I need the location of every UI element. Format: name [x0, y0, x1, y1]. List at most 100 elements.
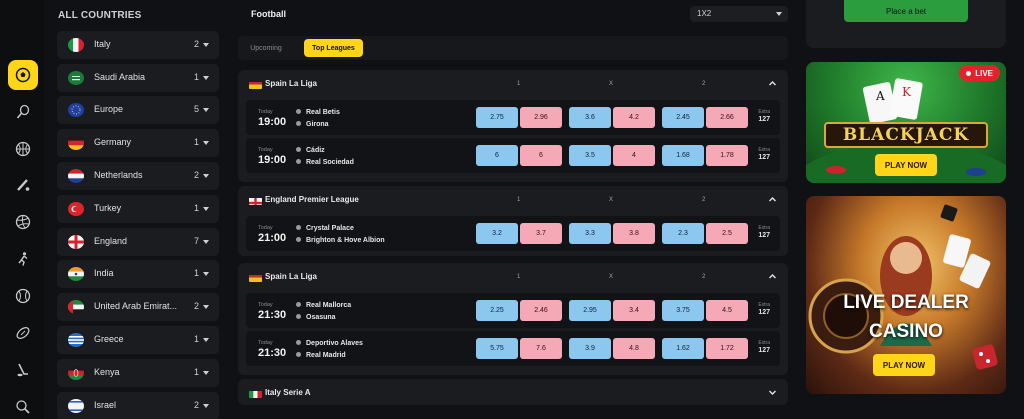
tennis-icon[interactable] — [10, 99, 36, 125]
odd-home-lay[interactable]: 6 — [520, 145, 562, 166]
turkey-flag-icon — [68, 202, 84, 216]
cricket-icon[interactable] — [10, 172, 36, 198]
odd-away-back[interactable]: 3.75 — [662, 300, 704, 321]
market-select-value: 1X2 — [697, 9, 712, 18]
odd-away-lay[interactable]: 1.72 — [706, 338, 748, 359]
odd-away-lay[interactable]: 2.5 — [706, 223, 748, 244]
extra-markets[interactable]: Extra 127 — [758, 302, 770, 316]
home-team: Deportivo Alaves — [296, 340, 363, 347]
country-count: 1 — [193, 137, 199, 147]
live-dealer-play-button[interactable]: PLAY NOW — [873, 354, 935, 376]
league-header[interactable]: Italy Serie A — [238, 379, 788, 407]
home-team: Real Betis — [296, 109, 340, 116]
hockey-icon[interactable] — [10, 357, 36, 383]
odd-away-lay[interactable]: 1.78 — [706, 145, 748, 166]
country-name: Europe — [94, 104, 124, 114]
rugby-icon[interactable] — [10, 320, 36, 346]
sport-icon-rail — [0, 0, 44, 419]
odd-away-back[interactable]: 2.3 — [662, 223, 704, 244]
odd-home-back[interactable]: 2.75 — [476, 107, 518, 128]
netherlands-flag-icon — [68, 169, 84, 183]
country-item-israel[interactable]: Israel 2 — [57, 392, 219, 419]
odd-draw-back[interactable]: 2.95 — [569, 300, 611, 321]
country-item-england[interactable]: England 7 — [57, 228, 219, 256]
table-tennis-icon[interactable] — [10, 394, 36, 419]
basketball-icon[interactable] — [10, 136, 36, 162]
match-row[interactable]: Today 19:00 Real Betis Girona 2.75 2.96 … — [246, 100, 780, 135]
odd-home-back[interactable]: 6 — [476, 145, 518, 166]
odd-away-back[interactable]: 1.68 — [662, 145, 704, 166]
country-item-saudi-arabia[interactable]: Saudi Arabia 1 — [57, 64, 219, 92]
europe-flag-icon — [68, 103, 84, 117]
country-item-europe[interactable]: Europe 5 — [57, 96, 219, 124]
odd-home-lay[interactable]: 2.96 — [520, 107, 562, 128]
extra-markets[interactable]: Extra 127 — [758, 147, 770, 161]
country-count: 7 — [193, 236, 199, 246]
chevron-up-icon[interactable] — [769, 80, 776, 87]
country-item-germany[interactable]: Germany 1 — [57, 129, 219, 157]
league-header[interactable]: Spain La Liga 1 X 2 — [238, 263, 788, 291]
match-row[interactable]: Today 19:00 Cádiz Real Sociedad 6 6 3.5 … — [246, 138, 780, 173]
greece-flag-icon — [68, 333, 84, 347]
extra-markets[interactable]: Extra 127 — [758, 109, 770, 123]
odd-draw-lay[interactable]: 4.8 — [613, 338, 655, 359]
col-label-away: 2 — [702, 197, 706, 203]
india-flag-icon — [68, 267, 84, 281]
chevron-down-icon[interactable] — [769, 389, 776, 396]
blackjack-play-button[interactable]: PLAY NOW — [875, 154, 937, 176]
team-crest-icon — [296, 352, 301, 357]
volleyball-icon[interactable] — [10, 209, 36, 235]
extra-markets[interactable]: Extra 127 — [758, 225, 770, 239]
country-item-italy[interactable]: Italy 2 — [57, 31, 219, 59]
market-select[interactable]: 1X2 — [690, 6, 788, 22]
team-crest-icon — [296, 225, 301, 230]
match-day: Today — [258, 302, 273, 308]
league-header[interactable]: Spain La Liga 1 X 2 — [238, 70, 788, 98]
odd-home-back[interactable]: 3.2 — [476, 223, 518, 244]
odd-away-lay[interactable]: 2.66 — [706, 107, 748, 128]
runner-icon[interactable] — [10, 246, 36, 272]
odd-away-back[interactable]: 1.62 — [662, 338, 704, 359]
away-team: Real Madrid — [296, 352, 346, 359]
odd-draw-lay[interactable]: 3.4 — [613, 300, 655, 321]
odd-home-lay[interactable]: 2.46 — [520, 300, 562, 321]
odd-draw-lay[interactable]: 4 — [613, 145, 655, 166]
match-row[interactable]: Today 21:30 Real Mallorca Osasuna 2.25 2… — [246, 293, 780, 328]
tab-top-leagues[interactable]: Top Leagues — [304, 39, 363, 57]
place-bet-button[interactable]: Place a bet — [844, 0, 968, 22]
country-item-turkey[interactable]: Turkey 1 — [57, 195, 219, 223]
match-row[interactable]: Today 21:30 Deportivo Alaves Real Madrid… — [246, 331, 780, 366]
country-item-netherlands[interactable]: Netherlands 2 — [57, 162, 219, 190]
live-dealer-banner[interactable]: LIVE DEALER CASINO PLAY NOW — [806, 196, 1006, 394]
odd-draw-back[interactable]: 3.3 — [569, 223, 611, 244]
chevron-up-icon[interactable] — [769, 273, 776, 280]
tab-upcoming[interactable]: Upcoming — [240, 39, 292, 57]
odd-draw-lay[interactable]: 3.8 — [613, 223, 655, 244]
chevron-down-icon — [203, 141, 209, 145]
odd-draw-lay[interactable]: 4.2 — [613, 107, 655, 128]
odd-away-back[interactable]: 2.45 — [662, 107, 704, 128]
chevron-up-icon[interactable] — [769, 196, 776, 203]
italy-flag-icon — [249, 388, 262, 398]
odd-home-back[interactable]: 5.75 — [476, 338, 518, 359]
football-icon[interactable] — [8, 60, 38, 90]
svg-text:K: K — [902, 85, 912, 99]
extra-markets[interactable]: Extra 127 — [758, 340, 770, 354]
league-header[interactable]: England Premier League 1 X 2 — [238, 186, 788, 214]
odd-away-lay[interactable]: 4.5 — [706, 300, 748, 321]
odd-draw-back[interactable]: 3.9 — [569, 338, 611, 359]
match-row[interactable]: Today 21:00 Crystal Palace Brighton & Ho… — [246, 216, 780, 251]
country-item-uae[interactable]: United Arab Emirat... 2 — [57, 293, 219, 321]
blackjack-banner[interactable]: A K LIVE BLACKJACK PLAY NOW — [806, 62, 1006, 183]
odd-home-back[interactable]: 2.25 — [476, 300, 518, 321]
odd-home-lay[interactable]: 7.6 — [520, 338, 562, 359]
country-item-greece[interactable]: Greece 1 — [57, 326, 219, 354]
country-item-india[interactable]: India 1 — [57, 260, 219, 288]
chevron-down-icon — [203, 76, 209, 80]
baseball-icon[interactable] — [10, 283, 36, 309]
odd-draw-back[interactable]: 3.6 — [569, 107, 611, 128]
odd-draw-back[interactable]: 3.5 — [569, 145, 611, 166]
odd-home-lay[interactable]: 3.7 — [520, 223, 562, 244]
country-count: 1 — [193, 367, 199, 377]
country-item-kenya[interactable]: Kenya 1 — [57, 359, 219, 387]
